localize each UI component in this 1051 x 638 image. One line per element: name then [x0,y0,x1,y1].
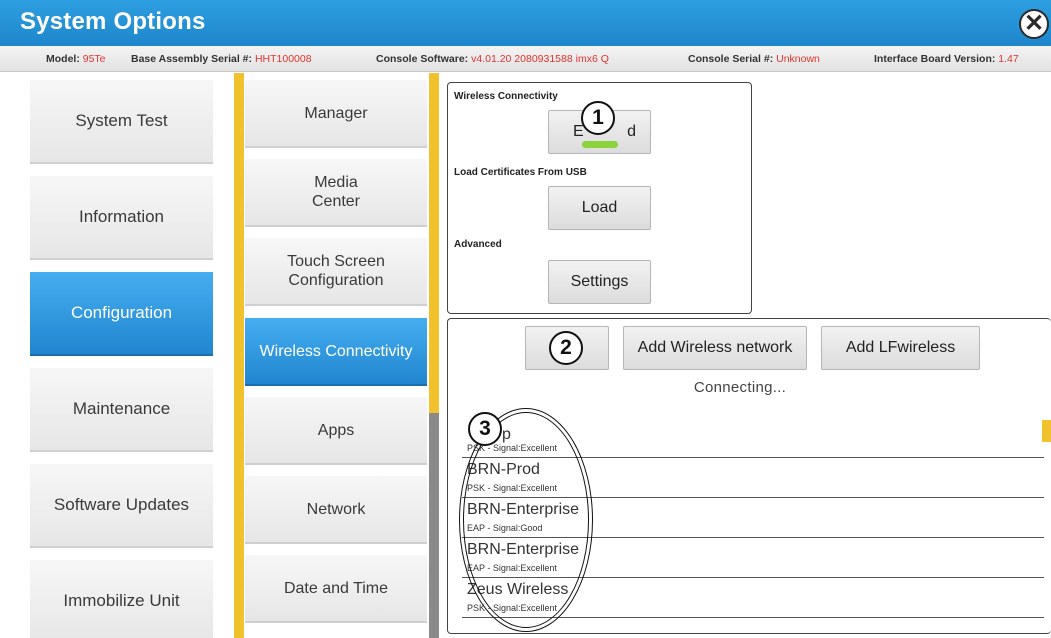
network-list-scroll-indicator[interactable] [1042,420,1051,442]
console-serial-value: Unknown [776,53,820,65]
console-software-value: v4.01.20 2080931588 imx6 Q [471,53,609,65]
enabled-indicator-led [582,141,618,148]
menu-configuration[interactable]: Configuration [30,272,213,356]
load-certificates-label: Load Certificates From USB [454,167,587,178]
callout-1: 1 [581,101,615,135]
console-serial-label: Console Serial #: [688,53,774,65]
submenu-network-label: Network [306,500,366,518]
menu-software-updates[interactable]: Software Updates [30,464,213,548]
console-software-label: Console Software: [376,53,469,65]
load-certificates-button[interactable]: Load [548,186,651,230]
interface-board-label: Interface Board Version: [874,53,996,65]
submenu-network[interactable]: Network [245,476,427,544]
sub-menu-scrollbar[interactable] [429,73,439,638]
add-wireless-network-button[interactable]: Add Wireless network [623,326,807,370]
menu-system-test[interactable]: System Test [30,80,213,164]
submenu-wireless-label: Wireless Connectivity [259,342,413,360]
interface-board-info: Interface Board Version: 1.47 [874,53,1019,65]
title-bar: System Options ✕ [0,0,1051,46]
info-bar: Model: 95Te Base Assembly Serial #: HHT1… [0,46,1051,72]
model-label: Model: [46,53,80,65]
enable-button-text-end: d [627,123,636,140]
callout-2: 2 [549,331,583,365]
left-column-divider [234,73,244,638]
submenu-date-and-time[interactable]: Date and Time [245,555,427,623]
submenu-touch-screen-configuration[interactable]: Touch Screen Configuration [245,238,427,306]
submenu-touch-screen-label: Touch Screen Configuration [287,253,385,289]
console-serial-info: Console Serial #: Unknown [688,53,820,65]
window-title: System Options [20,8,206,35]
console-software-info: Console Software: v4.01.20 2080931588 im… [376,53,609,65]
submenu-manager-label: Manager [304,104,368,122]
callout-3: 3 [468,412,502,446]
connection-status: Connecting... [693,379,787,396]
submenu-wireless-connectivity[interactable]: Wireless Connectivity [245,318,427,386]
base-serial-info: Base Assembly Serial #: HHT100008 [131,53,312,65]
base-serial-value: HHT100008 [254,53,312,65]
submenu-media-center-label: Media Center [311,174,361,210]
model-value: 95Te [82,53,106,65]
advanced-label: Advanced [454,239,502,250]
submenu-apps-label: Apps [317,421,355,439]
wireless-connectivity-label: Wireless Connectivity [454,91,558,102]
interface-board-value: 1.47 [998,53,1019,65]
submenu-date-time-label: Date and Time [283,579,389,597]
menu-information[interactable]: Information [30,176,213,260]
menu-maintenance[interactable]: Maintenance [30,368,213,452]
close-icon[interactable]: ✕ [1019,9,1049,39]
base-serial-label: Base Assembly Serial #: [131,53,253,65]
submenu-manager[interactable]: Manager [245,80,427,148]
menu-immobilize-unit[interactable]: Immobilize Unit [30,560,213,638]
submenu-apps[interactable]: Apps [245,397,427,465]
submenu-media-center[interactable]: Media Center [245,159,427,227]
model-info: Model: 95Te [46,53,106,65]
advanced-settings-button[interactable]: Settings [548,260,651,304]
add-lfwireless-button[interactable]: Add LFwireless [821,326,980,370]
